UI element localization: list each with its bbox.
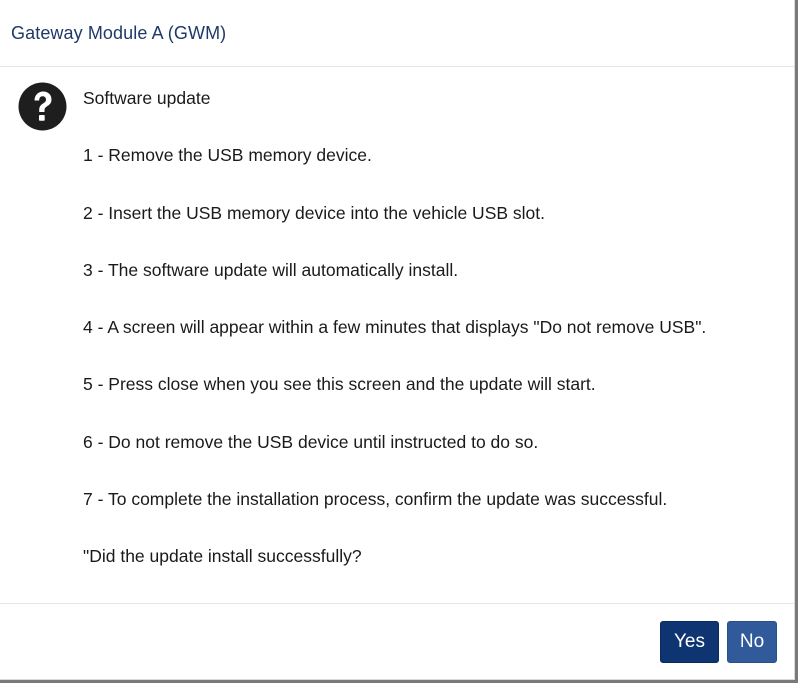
message-text: Software update 1 - Remove the USB memor… — [83, 88, 784, 604]
question-circle-icon — [18, 82, 67, 131]
yes-button[interactable]: Yes — [660, 621, 719, 663]
instruction-step-3: 3 - The software update will automatical… — [83, 259, 459, 280]
instruction-step-5: 5 - Press close when you see this screen… — [83, 374, 596, 395]
dialog-footer: Yes No — [0, 604, 794, 679]
dialog-body: Software update 1 - Remove the USB memor… — [0, 67, 794, 604]
instruction-step-7: 7 - To complete the installation process… — [83, 489, 668, 510]
dialog-title: Gateway Module A (GWM) — [11, 22, 227, 43]
message-heading: Software update — [83, 88, 211, 108]
instruction-step-1: 1 - Remove the USB memory device. — [83, 145, 372, 166]
confirmation-question: "Did the update install successfully? — [83, 546, 362, 567]
dialog-header: Gateway Module A (GWM) — [0, 0, 794, 67]
instruction-step-6: 6 - Do not remove the USB device until i… — [83, 431, 539, 452]
no-button[interactable]: No — [727, 621, 777, 663]
instruction-step-4: 4 - A screen will appear within a few mi… — [83, 317, 707, 338]
instruction-step-2: 2 - Insert the USB memory device into th… — [83, 202, 545, 223]
software-update-dialog: Gateway Module A (GWM) Software update 1… — [0, 0, 795, 680]
